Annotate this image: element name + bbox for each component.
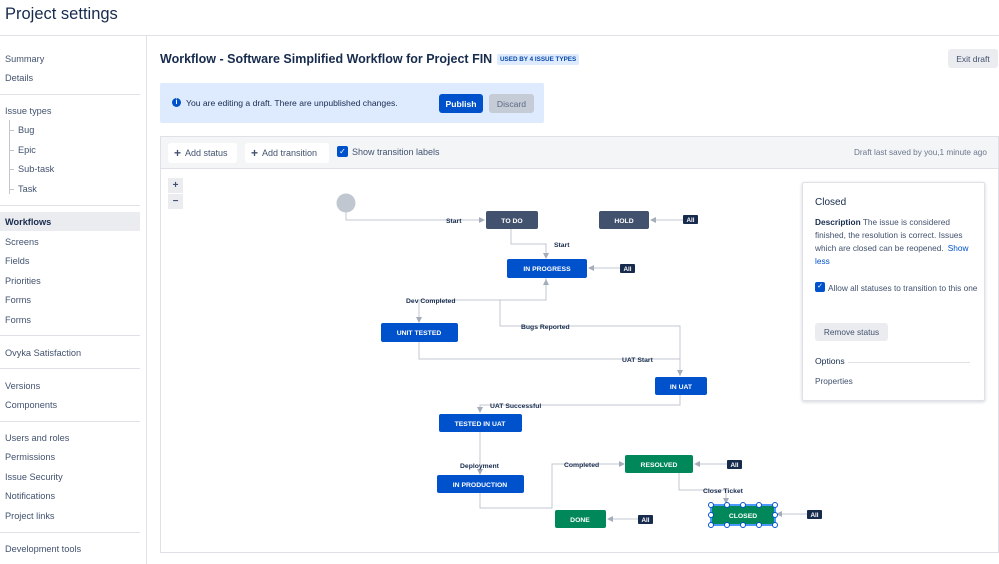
all-label: All bbox=[641, 517, 649, 524]
status-label-hold: HOLD bbox=[614, 218, 633, 225]
initial-state-circle[interactable] bbox=[336, 193, 356, 213]
properties-link[interactable]: Properties bbox=[815, 376, 853, 386]
all-label: All bbox=[623, 266, 631, 273]
all-label: All bbox=[730, 462, 738, 469]
transition-label-bugs-reported[interactable]: Bugs Reported bbox=[521, 324, 570, 331]
allow-all-checkbox[interactable]: ✓ bbox=[815, 282, 825, 292]
transition-label-dev-completed[interactable]: Dev Completed bbox=[406, 298, 455, 305]
remove-status-button[interactable]: Remove status bbox=[815, 323, 888, 341]
status-label-done: DONE bbox=[570, 517, 590, 524]
transition-line[interactable] bbox=[345, 212, 485, 223]
transition-label-uat-start[interactable]: UAT Start bbox=[622, 357, 654, 364]
all-label: All bbox=[810, 512, 818, 519]
global-transition-all[interactable]: All bbox=[683, 215, 698, 224]
status-label-in-progress: IN PROGRESS bbox=[523, 266, 571, 273]
global-transition-all[interactable]: All bbox=[638, 515, 653, 524]
global-transition-all[interactable]: All bbox=[727, 460, 742, 469]
options-heading: Options bbox=[815, 356, 845, 366]
status-label-tested-in-uat: TESTED IN UAT bbox=[455, 421, 507, 428]
all-label: All bbox=[686, 217, 694, 224]
status-label-in-production: IN PRODUCTION bbox=[453, 482, 507, 489]
transition-line[interactable] bbox=[510, 229, 549, 259]
status-label-unit-tested: UNIT TESTED bbox=[397, 330, 442, 337]
panel-title: Closed bbox=[815, 197, 847, 208]
transition-label-start[interactable]: Start bbox=[446, 218, 462, 225]
options-divider bbox=[848, 362, 970, 363]
status-label-todo: TO DO bbox=[501, 218, 522, 225]
transition-label-uat-successful[interactable]: UAT Successful bbox=[490, 403, 541, 410]
transition-label-close-ticket[interactable]: Close Ticket bbox=[703, 488, 744, 495]
allow-all-label[interactable]: Allow all statuses to transition to this… bbox=[828, 282, 978, 295]
status-label-resolved: RESOLVED bbox=[641, 462, 678, 469]
transition-label-deployment[interactable]: Deployment bbox=[460, 463, 500, 470]
global-transition-all[interactable]: All bbox=[807, 510, 822, 519]
transition-label-completed[interactable]: Completed bbox=[564, 462, 599, 469]
global-transition-all[interactable]: All bbox=[620, 264, 635, 273]
status-label-in-uat: IN UAT bbox=[670, 384, 693, 391]
status-description: Description The issue is considered fini… bbox=[815, 216, 975, 268]
description-label: Description bbox=[815, 217, 861, 227]
transition-line[interactable] bbox=[499, 300, 681, 376]
status-label-closed: CLOSED bbox=[729, 513, 757, 520]
transition-label-start[interactable]: Start bbox=[554, 242, 570, 249]
